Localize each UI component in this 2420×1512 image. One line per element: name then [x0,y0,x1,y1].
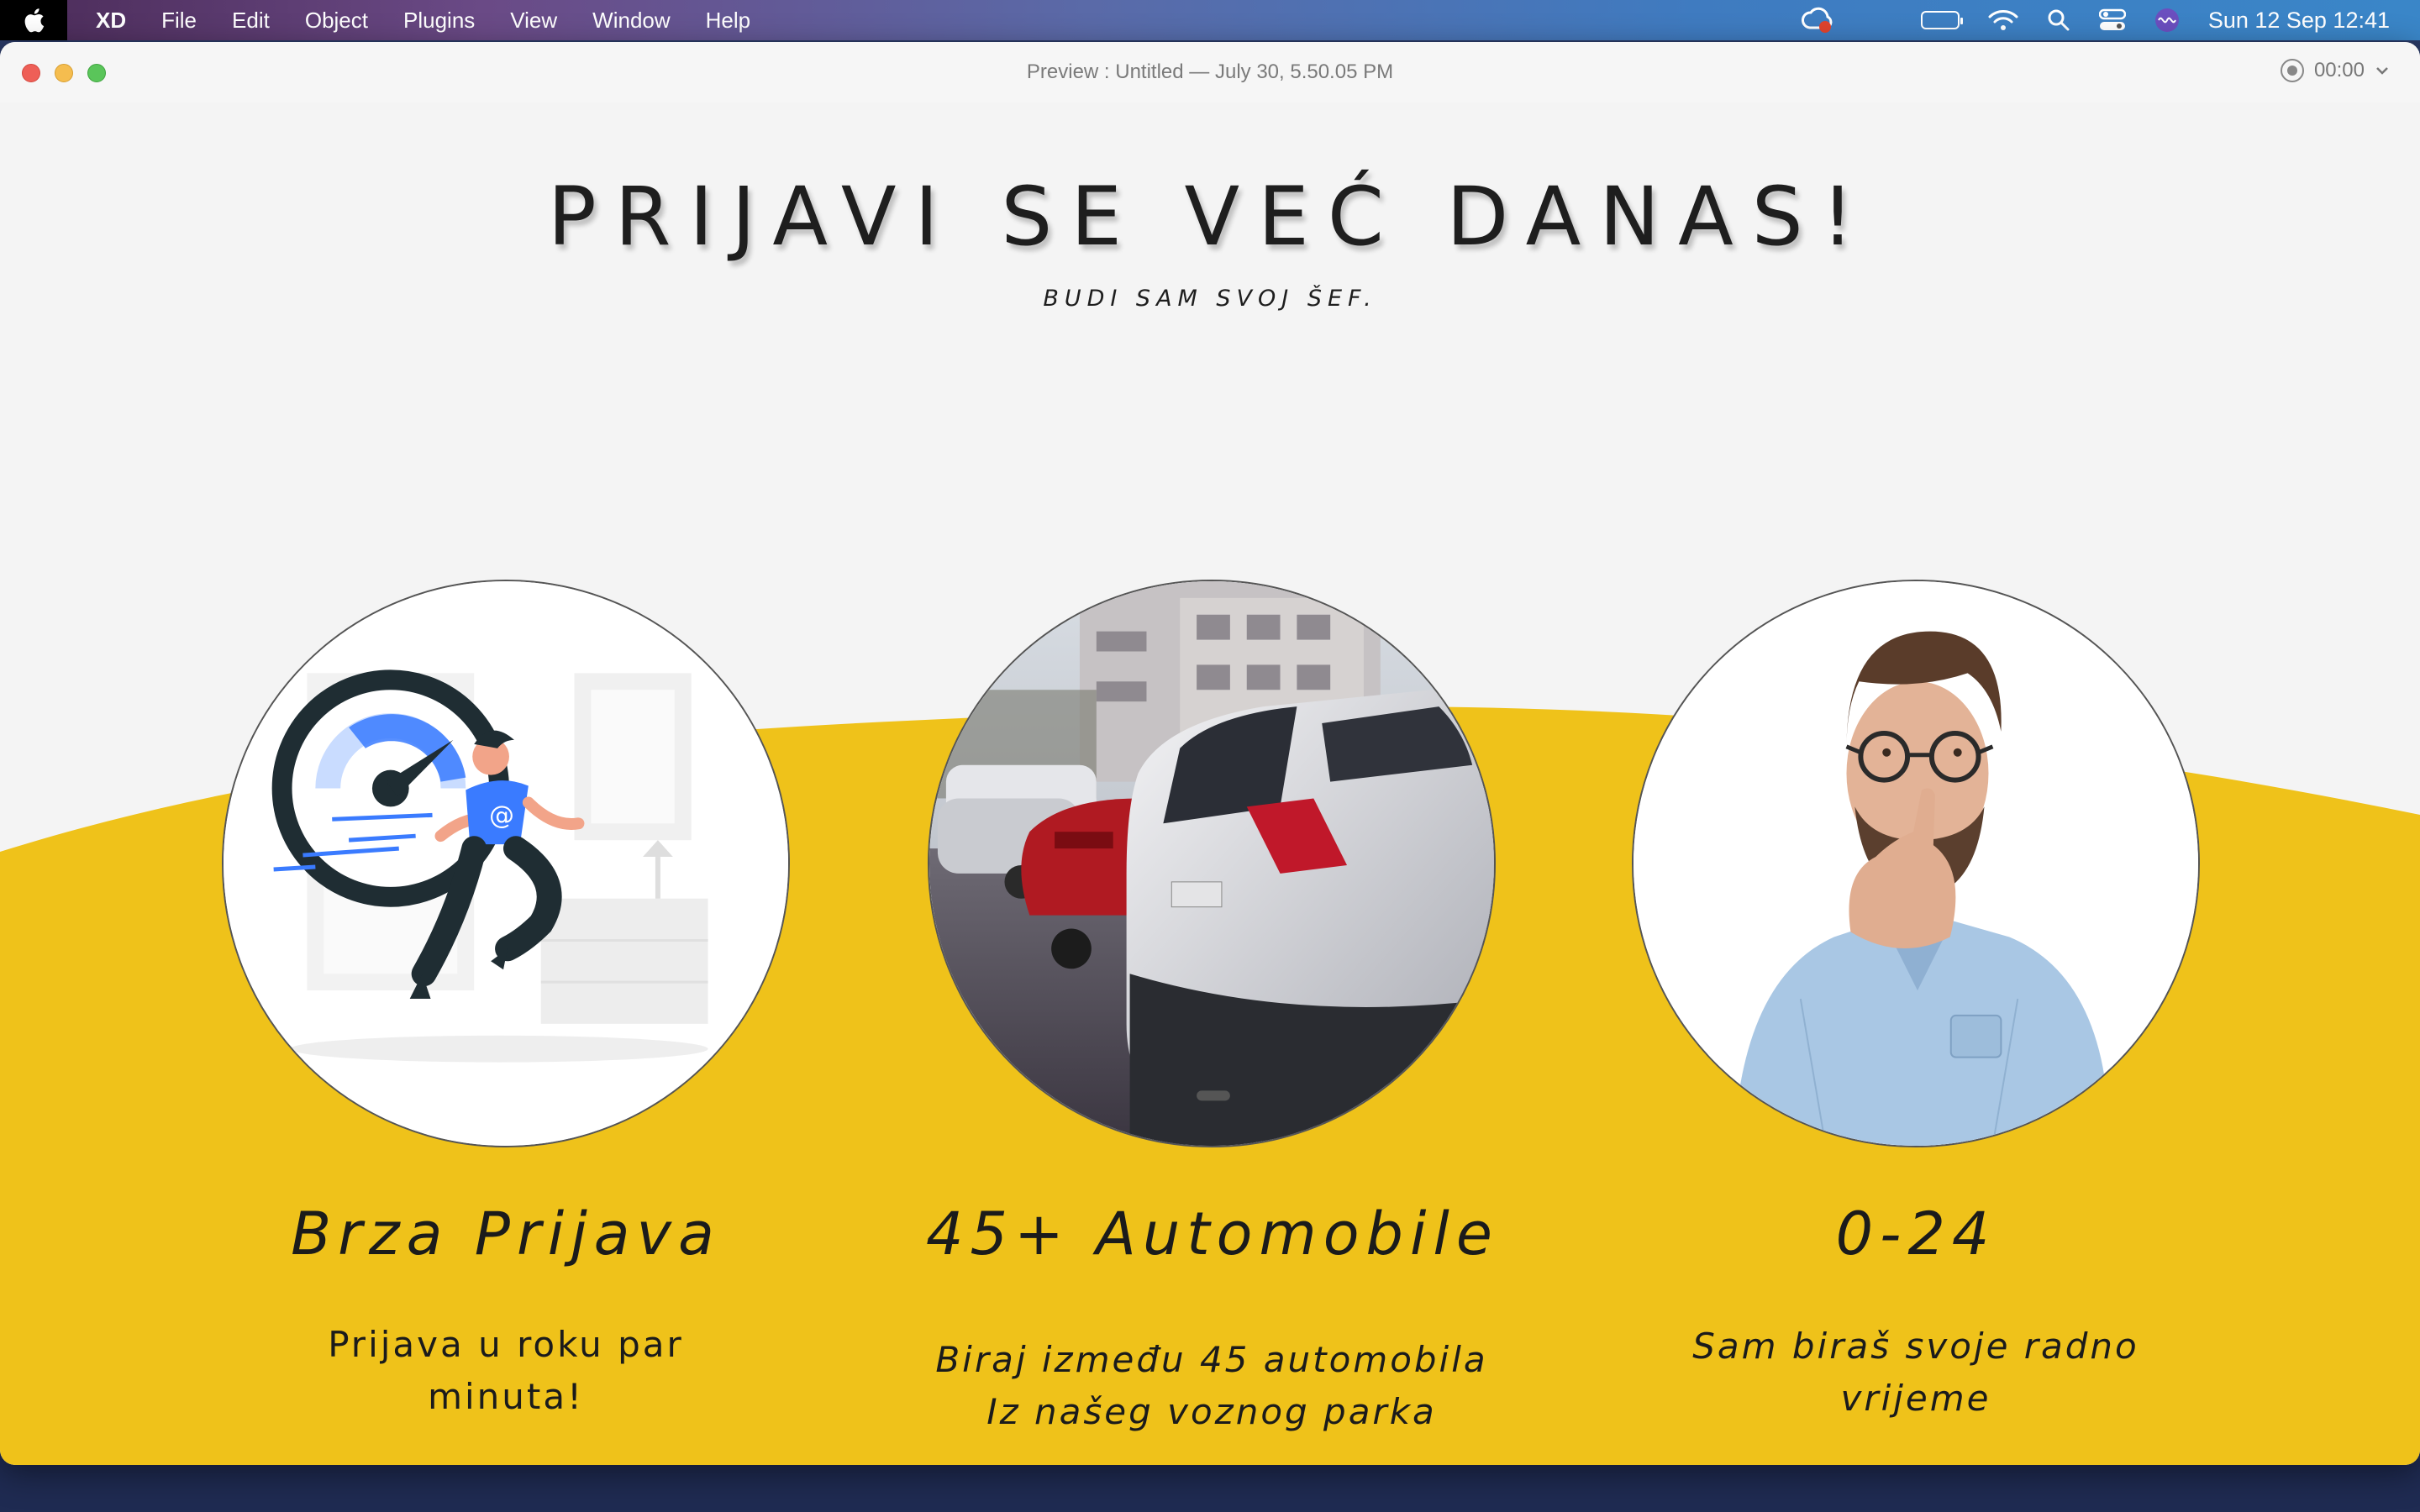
thinking-man-photo [1632,580,2200,1147]
feature-description-line: Prijava u roku par [328,1324,684,1365]
preview-window: Preview : Untitled — July 30, 5.50.05 PM… [0,42,2420,1465]
menu-plugins[interactable]: Plugins [386,0,492,40]
chevron-down-icon[interactable] [2375,66,2390,76]
feature-description-line: Iz našeg voznog parka [986,1391,1437,1432]
wifi-icon[interactable] [1988,8,2018,32]
feature-title: 0-24 [1835,1200,1996,1268]
menu-object[interactable]: Object [287,0,386,40]
hero-title: PRIJAVI SE VEĆ DANAS! [547,170,1873,264]
window-controls [22,64,106,82]
apple-menu-icon[interactable] [0,0,67,40]
app-menu[interactable]: XD [67,0,144,40]
menu-window[interactable]: Window [575,0,687,40]
menu-help[interactable]: Help [688,0,768,40]
control-center-icon[interactable] [2098,8,2126,32]
croatia-flag-icon[interactable] [1864,11,1892,29]
menu-file[interactable]: File [144,0,214,40]
menubar-clock[interactable]: Sun 12 Sep 12:41 [2208,8,2390,34]
creative-cloud-icon[interactable] [1800,6,1835,34]
feature-title: Brza Prijava [291,1200,721,1268]
hero-subtitle: BUDI SAM SVOJ ŠEF. [1043,286,1377,312]
feature-description-line: Sam biraš svoje radno [1692,1326,2139,1367]
menu-view[interactable]: View [492,0,575,40]
window-title: Preview : Untitled — July 30, 5.50.05 PM [1026,60,1394,83]
feature-cars: 45+ Automobile Biraj između 45 automobil… [926,580,1497,1438]
feature-description-line: minuta! [428,1376,584,1417]
svg-text:@: @ [489,801,514,830]
feature-hours: 0-24 Sam biraš svoje radno vrijeme [1630,580,2202,1425]
menu-bar: XD File Edit Object Plugins View Window … [0,0,2420,40]
feature-description: Sam biraš svoje radno vrijeme [1630,1320,2202,1425]
record-control[interactable]: 00:00 [2280,59,2390,82]
search-icon[interactable] [2047,8,2070,32]
record-time: 00:00 [2313,59,2365,81]
zoom-button[interactable] [87,64,106,82]
feature-description-line: vrijeme [1840,1378,1991,1419]
menu-edit[interactable]: Edit [214,0,287,40]
feature-quick-signup: @ Brza Prijava Prijava u roku par minuta… [220,580,792,1423]
parked-cars-photo [928,580,1496,1147]
feature-description: Biraj između 45 automobila Iz našeg vozn… [926,1334,1497,1438]
record-icon[interactable] [2280,59,2304,82]
feature-description: Prijava u roku par minuta! [220,1319,792,1423]
feature-description-line: Biraj između 45 automobila [935,1339,1488,1380]
feature-title: 45+ Automobile [926,1200,1499,1268]
running-man-speedometer-illustration: @ [222,580,790,1147]
close-button[interactable] [22,64,40,82]
siri-icon[interactable] [2154,8,2180,33]
minimize-button[interactable] [55,64,73,82]
battery-icon[interactable] [1920,11,1963,29]
window-titlebar[interactable]: Preview : Untitled — July 30, 5.50.05 PM… [0,42,2420,102]
artboard: PRIJAVI SE VEĆ DANAS! BUDI SAM SVOJ ŠEF. [0,102,2420,1465]
